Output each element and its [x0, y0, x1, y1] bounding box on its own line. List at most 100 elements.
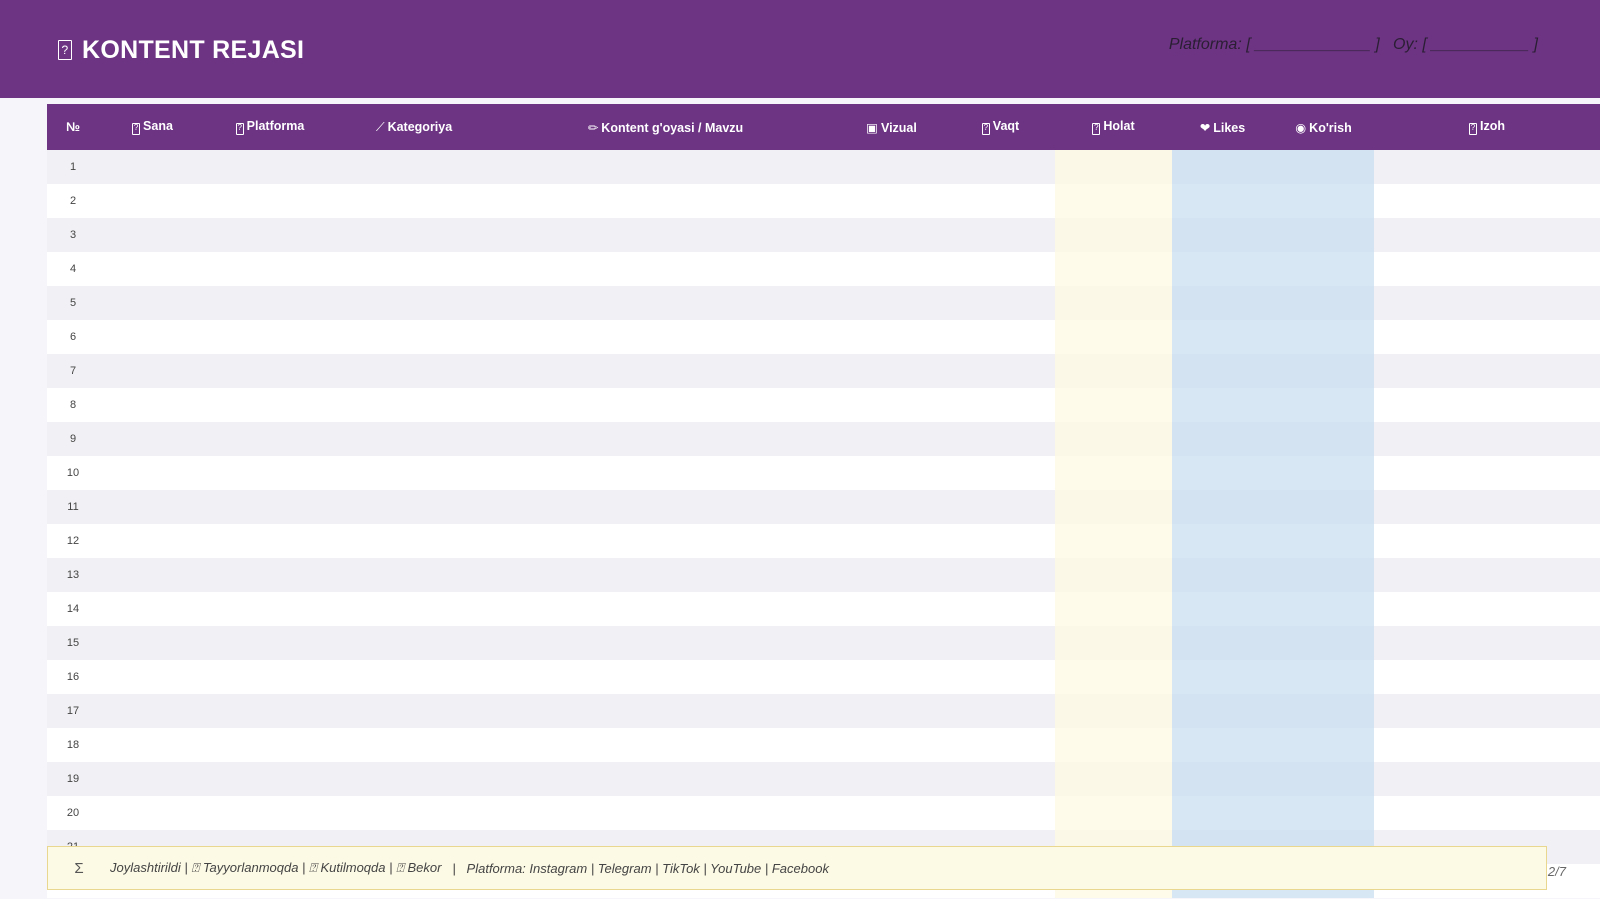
cell-likes[interactable] [1172, 218, 1273, 252]
cell-holat[interactable] [1055, 762, 1172, 796]
cell-kategoriya[interactable] [334, 490, 494, 524]
cell-views[interactable] [1273, 762, 1374, 796]
cell-likes[interactable] [1172, 660, 1273, 694]
cell-izoh[interactable] [1374, 558, 1600, 592]
cell-vizual[interactable] [837, 252, 946, 286]
cell-holat[interactable] [1055, 626, 1172, 660]
cell-kontent[interactable] [494, 524, 837, 558]
cell-platforma[interactable] [206, 422, 334, 456]
cell-izoh[interactable] [1374, 592, 1600, 626]
cell-izoh[interactable] [1374, 490, 1600, 524]
cell-views[interactable] [1273, 286, 1374, 320]
cell-holat[interactable] [1055, 660, 1172, 694]
cell-platforma[interactable] [206, 354, 334, 388]
cell-izoh[interactable] [1374, 150, 1600, 184]
cell-holat[interactable] [1055, 694, 1172, 728]
cell-views[interactable] [1273, 150, 1374, 184]
cell-vizual[interactable] [837, 490, 946, 524]
cell-kontent[interactable] [494, 218, 837, 252]
cell-platforma[interactable] [206, 388, 334, 422]
cell-vaqt[interactable] [946, 490, 1055, 524]
cell-izoh[interactable] [1374, 626, 1600, 660]
cell-vaqt[interactable] [946, 218, 1055, 252]
cell-kategoriya[interactable] [334, 762, 494, 796]
cell-views[interactable] [1273, 694, 1374, 728]
cell-vizual[interactable] [837, 354, 946, 388]
cell-views[interactable] [1273, 490, 1374, 524]
cell-kontent[interactable] [494, 626, 837, 660]
cell-kontent[interactable] [494, 660, 837, 694]
cell-kategoriya[interactable] [334, 320, 494, 354]
cell-likes[interactable] [1172, 184, 1273, 218]
cell-views[interactable] [1273, 184, 1374, 218]
cell-kategoriya[interactable] [334, 592, 494, 626]
cell-vaqt[interactable] [946, 184, 1055, 218]
cell-sana[interactable] [99, 660, 206, 694]
cell-kontent[interactable] [494, 252, 837, 286]
cell-views[interactable] [1273, 388, 1374, 422]
cell-vaqt[interactable] [946, 660, 1055, 694]
cell-holat[interactable] [1055, 728, 1172, 762]
cell-vizual[interactable] [837, 626, 946, 660]
cell-izoh[interactable] [1374, 694, 1600, 728]
cell-vizual[interactable] [837, 218, 946, 252]
cell-sana[interactable] [99, 354, 206, 388]
cell-kategoriya[interactable] [334, 694, 494, 728]
cell-vaqt[interactable] [946, 456, 1055, 490]
cell-platforma[interactable] [206, 728, 334, 762]
cell-vizual[interactable] [837, 320, 946, 354]
cell-vaqt[interactable] [946, 252, 1055, 286]
cell-likes[interactable] [1172, 388, 1273, 422]
cell-views[interactable] [1273, 422, 1374, 456]
cell-vizual[interactable] [837, 184, 946, 218]
cell-holat[interactable] [1055, 252, 1172, 286]
cell-kategoriya[interactable] [334, 626, 494, 660]
cell-likes[interactable] [1172, 286, 1273, 320]
cell-likes[interactable] [1172, 762, 1273, 796]
cell-kontent[interactable] [494, 728, 837, 762]
cell-holat[interactable] [1055, 796, 1172, 830]
cell-views[interactable] [1273, 728, 1374, 762]
cell-views[interactable] [1273, 626, 1374, 660]
cell-platforma[interactable] [206, 660, 334, 694]
cell-platforma[interactable] [206, 762, 334, 796]
cell-kontent[interactable] [494, 796, 837, 830]
cell-izoh[interactable] [1374, 660, 1600, 694]
cell-kontent[interactable] [494, 320, 837, 354]
cell-kategoriya[interactable] [334, 252, 494, 286]
cell-izoh[interactable] [1374, 762, 1600, 796]
cell-izoh[interactable] [1374, 320, 1600, 354]
cell-sana[interactable] [99, 490, 206, 524]
cell-vizual[interactable] [837, 694, 946, 728]
cell-kategoriya[interactable] [334, 796, 494, 830]
cell-kategoriya[interactable] [334, 388, 494, 422]
cell-vaqt[interactable] [946, 728, 1055, 762]
cell-sana[interactable] [99, 286, 206, 320]
platform-month-fields[interactable]: Platforma: [ _____________ ] Oy: [ _____… [1169, 36, 1538, 54]
cell-sana[interactable] [99, 762, 206, 796]
cell-views[interactable] [1273, 320, 1374, 354]
cell-vaqt[interactable] [946, 694, 1055, 728]
cell-likes[interactable] [1172, 558, 1273, 592]
cell-holat[interactable] [1055, 524, 1172, 558]
cell-platforma[interactable] [206, 252, 334, 286]
cell-vizual[interactable] [837, 150, 946, 184]
cell-sana[interactable] [99, 694, 206, 728]
cell-vaqt[interactable] [946, 626, 1055, 660]
cell-views[interactable] [1273, 592, 1374, 626]
cell-izoh[interactable] [1374, 218, 1600, 252]
cell-kategoriya[interactable] [334, 660, 494, 694]
cell-kategoriya[interactable] [334, 558, 494, 592]
cell-kontent[interactable] [494, 762, 837, 796]
cell-kategoriya[interactable] [334, 728, 494, 762]
cell-likes[interactable] [1172, 694, 1273, 728]
cell-likes[interactable] [1172, 728, 1273, 762]
cell-likes[interactable] [1172, 490, 1273, 524]
cell-views[interactable] [1273, 218, 1374, 252]
cell-kontent[interactable] [494, 456, 837, 490]
cell-likes[interactable] [1172, 626, 1273, 660]
cell-vaqt[interactable] [946, 388, 1055, 422]
cell-likes[interactable] [1172, 320, 1273, 354]
cell-sana[interactable] [99, 422, 206, 456]
cell-izoh[interactable] [1374, 796, 1600, 830]
